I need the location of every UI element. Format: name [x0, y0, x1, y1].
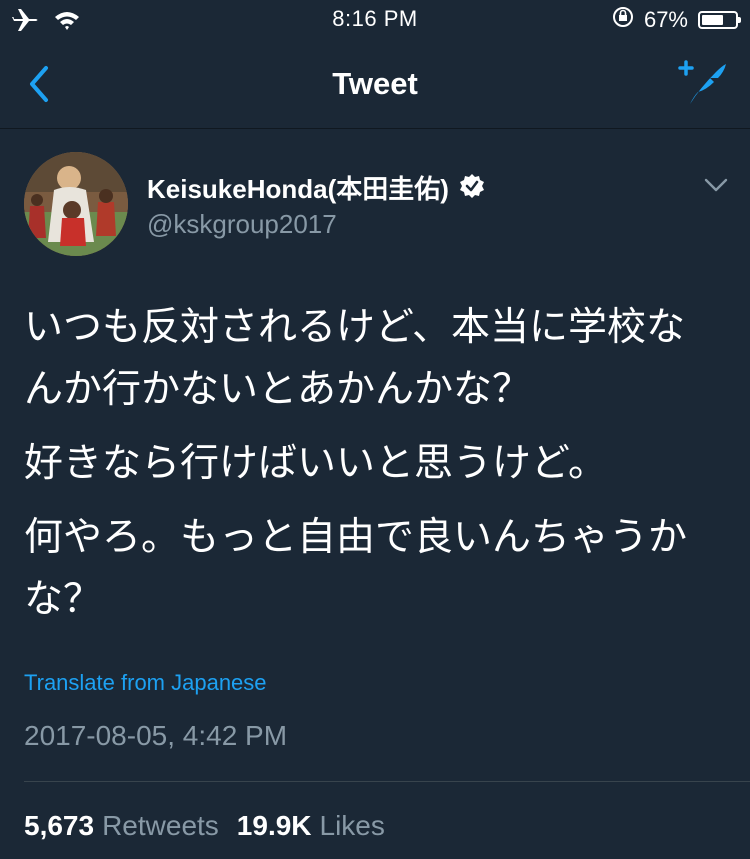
status-right: 67% [612, 6, 741, 34]
tweet-paragraph: 好きなら行けばいいと思うけど。 [24, 441, 608, 486]
tweet-text: いつも反対されるけど、本当に学校なんか行かないとあかんかな？ 好きなら行けばいい… [24, 297, 714, 643]
nav-bar: Tweet [0, 40, 750, 129]
tweet-stats: 5,673 Retweets 19.9K Likes [24, 810, 395, 842]
chevron-down-icon[interactable] [704, 177, 728, 193]
battery-icon [698, 11, 741, 29]
tweet-paragraph: いつも反対されるけど、本当に学校なんか行かないとあかんかな？ [24, 305, 686, 412]
orientation-lock-icon [612, 6, 634, 34]
user-handle[interactable]: @kskgroup2017 [147, 209, 337, 240]
likes-label[interactable]: Likes [320, 810, 385, 842]
name-row: KeisukeHonda(本田圭佑) [147, 169, 485, 206]
verified-badge-icon [459, 173, 485, 203]
divider [24, 781, 750, 782]
battery-percent: 67% [643, 7, 688, 32]
display-name[interactable]: KeisukeHonda(本田圭佑) [147, 169, 449, 206]
tweet-paragraph: 何やろ。もっと自由で良いんちゃうかな？ [24, 515, 688, 622]
retweets-label[interactable]: Retweets [102, 810, 219, 842]
timestamp: 2017-08-05, 4:42 PM [24, 720, 288, 751]
likes-count[interactable]: 19.9K [237, 810, 312, 842]
translate-link[interactable]: Translate from Japanese [24, 670, 267, 696]
page-title: Tweet [332, 66, 418, 101]
compose-button[interactable] [672, 58, 728, 110]
compose-tweet-icon [678, 60, 726, 104]
status-bar: 8:16 PM 67% [0, 0, 750, 40]
avatar[interactable] [24, 152, 128, 256]
battery-fill [702, 15, 724, 25]
retweets-count[interactable]: 5,673 [24, 810, 94, 842]
